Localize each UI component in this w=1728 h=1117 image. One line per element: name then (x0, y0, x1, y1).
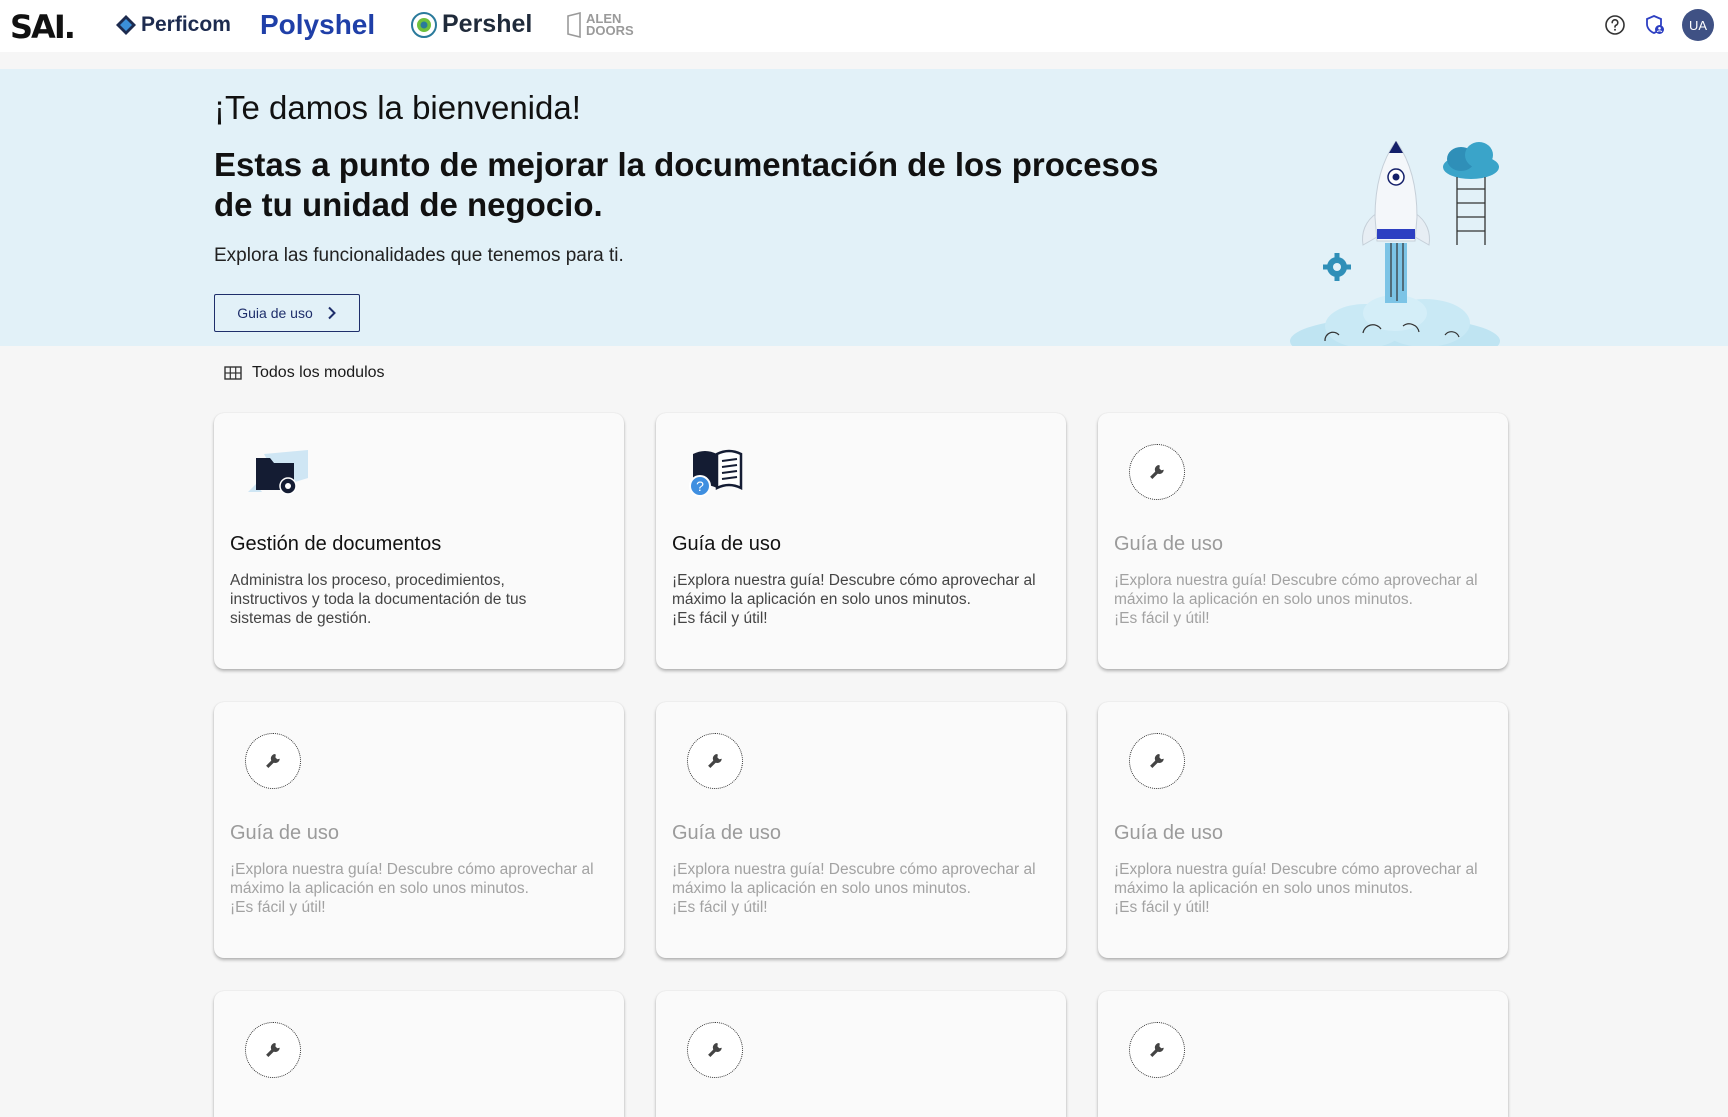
brand-polyshel[interactable]: Polyshel (260, 9, 375, 41)
wrench-icon (687, 733, 743, 789)
module-description-line: instructivos y toda la documentación de … (230, 591, 527, 608)
module-description-line: ¡Explora nuestra guía! Descubre cómo apr… (1114, 572, 1478, 589)
shield-user-icon (1646, 15, 1664, 34)
module-description-line: máximo la aplicación en solo unos minuto… (672, 880, 971, 897)
module-description: ¡Explora nuestra guía! Descubre cómo apr… (672, 571, 1052, 628)
brand-perficom-label: Perficom (141, 13, 231, 36)
all-modules-label: Todos los modulos (224, 364, 385, 382)
module-description-line: ¡Explora nuestra guía! Descubre cómo apr… (1114, 861, 1478, 878)
module-description-line: ¡Es fácil y útil! (230, 899, 326, 916)
module-title: Guía de uso (230, 822, 339, 844)
brand-pershel[interactable]: Pershel (410, 10, 532, 39)
grid-icon (224, 366, 242, 380)
module-description-line: máximo la aplicación en solo unos minuto… (1114, 880, 1413, 897)
folder-gear-icon (242, 443, 308, 503)
module-title: Guía de uso (672, 533, 781, 555)
module-card-placeholder[interactable]: Guía de uso ¡Explora nuestra guía! Descu… (1098, 702, 1508, 958)
module-card-placeholder[interactable] (214, 991, 624, 1117)
brand-alen-doors[interactable]: ALEN DOORS (566, 12, 634, 38)
module-description: Administra los proceso, procedimientos, … (230, 571, 610, 628)
module-title: Gestión de documentos (230, 533, 442, 555)
welcome-greeting: ¡Te damos la bienvenida! (214, 89, 581, 126)
guide-button[interactable]: Guia de uso (214, 294, 360, 332)
wrench-icon (1129, 1022, 1185, 1078)
gear-icon (1323, 253, 1351, 281)
top-bar: SAI. Perficom Polyshel Pershel ALEN DOOR… (0, 0, 1728, 52)
module-description-line: ¡Explora nuestra guía! Descubre cómo apr… (672, 572, 1036, 589)
wrench-icon (687, 1022, 743, 1078)
module-description-line: máximo la aplicación en solo unos minuto… (230, 880, 529, 897)
module-description: ¡Explora nuestra guía! Descubre cómo apr… (672, 860, 1052, 917)
module-card-placeholder[interactable]: Guía de uso ¡Explora nuestra guía! Descu… (1098, 413, 1508, 669)
brand-pershel-label: Pershel (442, 10, 533, 38)
module-card-placeholder[interactable] (1098, 991, 1508, 1117)
admin-security-button[interactable] (1642, 12, 1668, 38)
all-modules-text: Todos los modulos (252, 364, 385, 381)
module-card-placeholder[interactable] (656, 991, 1066, 1117)
wrench-icon (1129, 444, 1185, 500)
sai-logo[interactable]: SAI. (10, 8, 76, 46)
svg-text:?: ? (696, 478, 704, 494)
chevron-right-icon (328, 306, 336, 320)
brand-perficom[interactable]: Perficom (115, 13, 231, 37)
perficom-logo-icon (116, 15, 136, 35)
module-card-placeholder[interactable]: Guía de uso ¡Explora nuestra guía! Descu… (214, 702, 624, 958)
help-icon (1605, 15, 1625, 35)
module-description-line: máximo la aplicación en solo unos minuto… (1114, 591, 1413, 608)
brand-doors-label: DOORS (586, 23, 634, 38)
help-button[interactable] (1602, 12, 1628, 38)
module-description-line: ¡Es fácil y útil! (1114, 899, 1210, 916)
module-description-line: ¡Explora nuestra guía! Descubre cómo apr… (230, 861, 594, 878)
module-title: Guía de uso (1114, 533, 1223, 555)
guide-button-label: Guia de uso (237, 305, 313, 321)
welcome-title: Estas a punto de mejorar la documentació… (214, 146, 1159, 223)
module-title: Guía de uso (672, 822, 781, 844)
module-title: Guía de uso (1114, 822, 1223, 844)
wrench-icon (1129, 733, 1185, 789)
module-card-document-management[interactable]: Gestión de documentos Administra los pro… (214, 413, 624, 669)
guide-book-icon: ? (684, 443, 750, 503)
module-card-user-guide[interactable]: ? Guía de uso ¡Explora nuestra guía! Des… (656, 413, 1066, 669)
module-description-line: Administra los proceso, procedimientos, (230, 572, 505, 589)
welcome-subtitle: Explora las funcionalidades que tenemos … (214, 245, 624, 266)
module-description: ¡Explora nuestra guía! Descubre cómo apr… (1114, 860, 1494, 917)
module-description-line: ¡Explora nuestra guía! Descubre cómo apr… (672, 861, 1036, 878)
welcome-banner: ¡Te damos la bienvenida! Estas a punto d… (0, 69, 1728, 346)
rocket-illustration (1290, 141, 1500, 346)
module-description-line: ¡Es fácil y útil! (672, 899, 768, 916)
wrench-icon (245, 1022, 301, 1078)
header-actions: UA (1602, 9, 1714, 41)
module-description: ¡Explora nuestra guía! Descubre cómo apr… (1114, 571, 1494, 628)
module-description: ¡Explora nuestra guía! Descubre cómo apr… (230, 860, 610, 917)
module-description-line: sistemas de gestión. (230, 610, 372, 627)
brand-polyshel-label: Polyshel (260, 9, 376, 40)
module-description-line: ¡Es fácil y útil! (1114, 610, 1210, 627)
module-description-line: máximo la aplicación en solo unos minuto… (672, 591, 971, 608)
module-description-line: ¡Es fácil y útil! (672, 610, 768, 627)
wrench-icon (245, 733, 301, 789)
door-icon (567, 12, 581, 38)
pershel-globe-icon (411, 11, 437, 38)
user-avatar[interactable]: UA (1682, 9, 1714, 41)
module-card-placeholder[interactable]: Guía de uso ¡Explora nuestra guía! Descu… (656, 702, 1066, 958)
